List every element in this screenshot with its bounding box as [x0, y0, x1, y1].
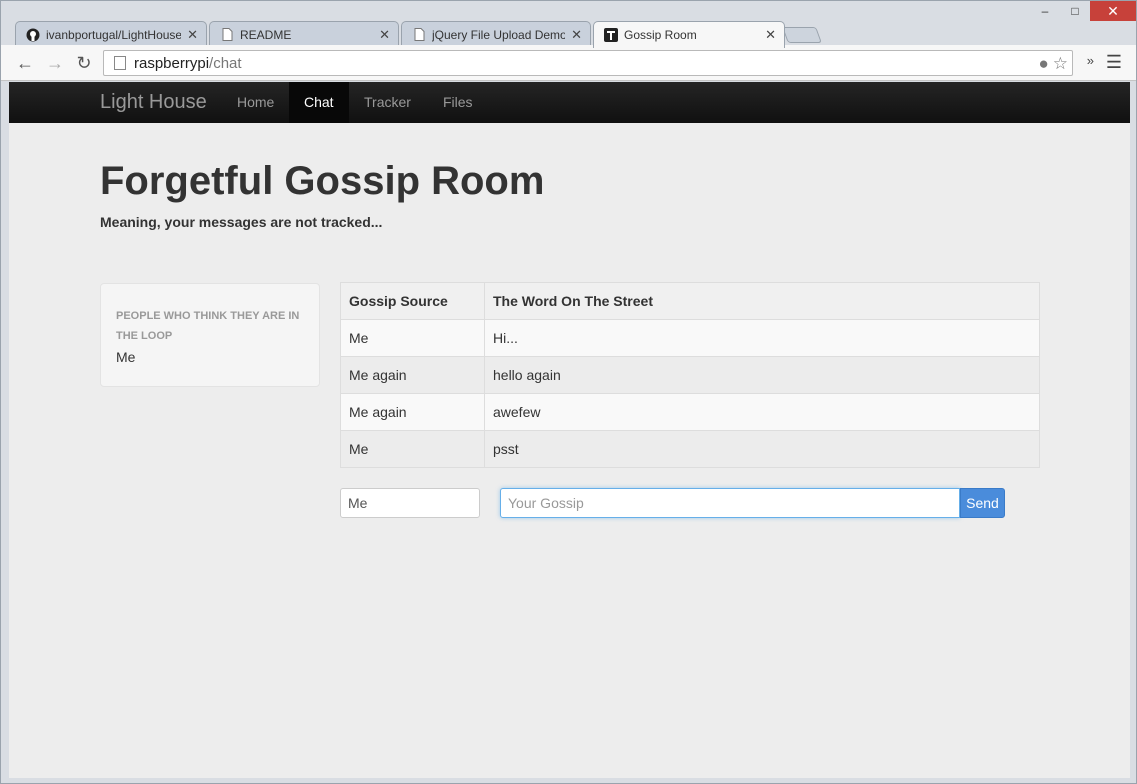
bookmark-star-icon[interactable]: ☆	[1053, 54, 1068, 74]
table-row: Me again awefew	[340, 393, 1040, 431]
lightbulb-icon[interactable]: ●	[1038, 54, 1048, 74]
tab-jquery-upload[interactable]: jQuery File Upload Demo ✕	[401, 21, 591, 47]
gossip-message-cell: psst	[484, 430, 1040, 468]
nav-home[interactable]: Home	[222, 82, 289, 123]
extensions-chevron-icon[interactable]: »	[1087, 53, 1094, 68]
browser-toolbar: ← → ↻ raspberrypi /chat ● ☆ » ☰	[1, 45, 1136, 81]
table-row: Me psst	[340, 430, 1040, 468]
gossip-table: Gossip Source The Word On The Street Me …	[340, 282, 1040, 468]
github-icon	[26, 28, 40, 42]
table-row: Me again hello again	[340, 356, 1040, 394]
gossip-source-cell: Me again	[340, 393, 485, 431]
tab-close-icon[interactable]: ✕	[571, 27, 582, 43]
gossip-source-cell: Me	[340, 430, 485, 468]
tab-gossip-room[interactable]: Gossip Room ✕	[593, 21, 785, 48]
nav-chat[interactable]: Chat	[289, 82, 349, 123]
menu-icon[interactable]: ☰	[1106, 52, 1122, 73]
tab-github[interactable]: ivanbportugal/LightHouse ✕	[15, 21, 207, 47]
tab-strip: ivanbportugal/LightHouse ✕ README ✕ jQue…	[1, 19, 1136, 48]
page-viewport: Light House Home Chat Tracker Files Forg…	[9, 82, 1130, 778]
send-button[interactable]: Send	[960, 488, 1005, 518]
reload-icon[interactable]: ↻	[74, 53, 94, 73]
site-navbar: Light House Home Chat Tracker Files	[9, 82, 1130, 123]
table-header-row: Gossip Source The Word On The Street	[340, 282, 1040, 320]
column-header-message: The Word On The Street	[484, 282, 1040, 320]
gossip-message-cell: Hi...	[484, 319, 1040, 357]
user-list-item: Me	[116, 349, 136, 365]
users-panel-header: PEOPLE WHO THINK THEY ARE IN THE LOOP	[116, 310, 300, 342]
page-subtitle: Meaning, your messages are not tracked..…	[100, 214, 383, 230]
minimize-icon[interactable]: –	[1030, 1, 1060, 21]
browser-window: – □ ✕ ivanbportugal/LightHouse ✕ README …	[0, 0, 1137, 784]
page-icon	[412, 28, 426, 42]
users-panel: PEOPLE WHO THINK THEY ARE IN THE LOOP Me	[100, 283, 320, 387]
gossip-input[interactable]	[500, 488, 960, 518]
gossip-source-cell: Me again	[340, 356, 485, 394]
page-icon	[220, 28, 234, 42]
name-input[interactable]	[340, 488, 480, 518]
brand-link[interactable]: Light House	[100, 91, 207, 114]
gossip-source-cell: Me	[340, 319, 485, 357]
table-row: Me Hi...	[340, 319, 1040, 357]
maximize-icon[interactable]: □	[1060, 1, 1090, 21]
tab-close-icon[interactable]: ✕	[379, 27, 390, 43]
column-header-source: Gossip Source	[340, 282, 485, 320]
nav-tracker[interactable]: Tracker	[349, 82, 426, 123]
back-icon[interactable]: ←	[15, 53, 35, 73]
page-title: Forgetful Gossip Room	[100, 159, 545, 203]
address-bar[interactable]: raspberrypi /chat ● ☆	[103, 50, 1073, 76]
tab-readme[interactable]: README ✕	[209, 21, 399, 47]
gossip-message-cell: hello again	[484, 356, 1040, 394]
omnibox-actions: ● ☆	[1038, 54, 1068, 74]
tab-close-icon[interactable]: ✕	[765, 27, 776, 43]
nav-files[interactable]: Files	[428, 82, 488, 123]
gossip-message-cell: awefew	[484, 393, 1040, 431]
lighthouse-icon	[604, 28, 618, 42]
new-tab-button[interactable]	[782, 27, 822, 43]
forward-icon[interactable]: →	[45, 53, 65, 73]
tab-close-icon[interactable]: ✕	[187, 27, 198, 43]
close-window-icon[interactable]: ✕	[1090, 1, 1136, 21]
page-info-icon[interactable]	[114, 56, 126, 70]
